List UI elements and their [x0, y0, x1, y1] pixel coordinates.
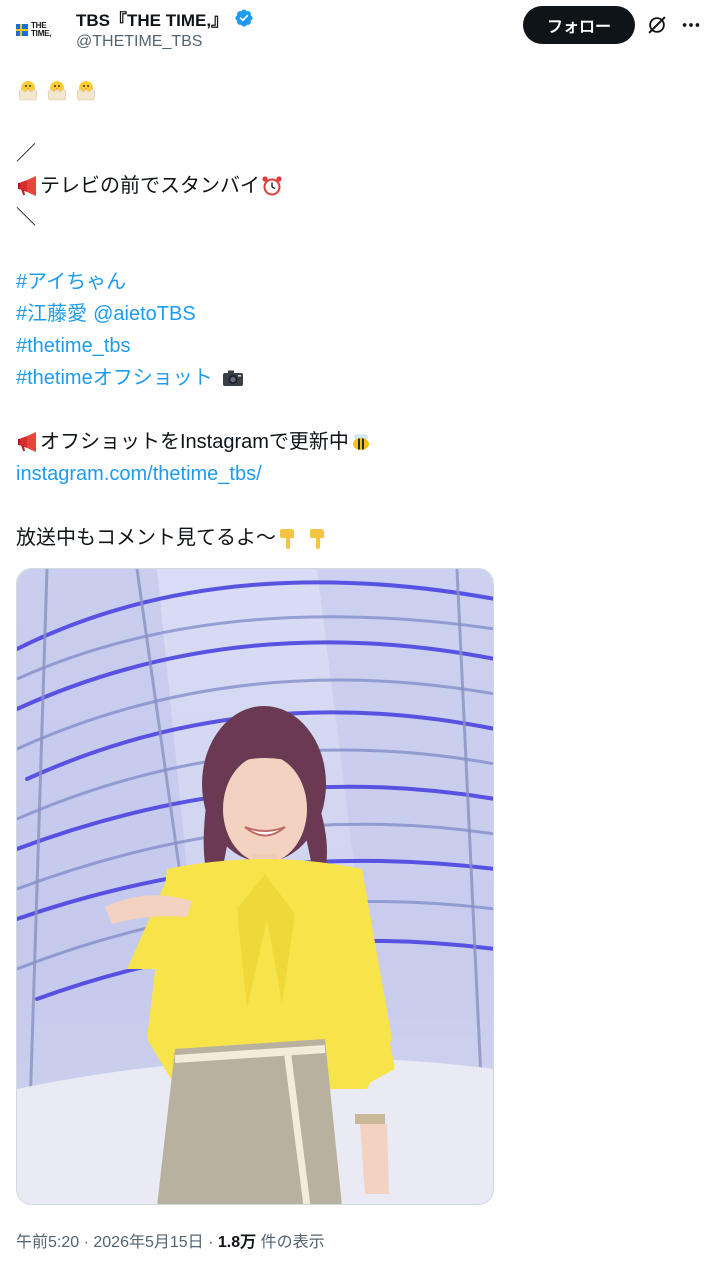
megaphone-icon	[18, 176, 36, 196]
grok-icon[interactable]	[646, 14, 668, 36]
hashtag-eto-row: #江藤愛 @aietoTBS	[16, 298, 692, 330]
follow-button[interactable]: フォロー	[523, 6, 635, 44]
instagram-line: オフショットをInstagramで更新中	[16, 426, 692, 458]
hatching-chick-icon	[47, 81, 67, 101]
logo-flag-icon	[16, 24, 28, 36]
slash-close-line: ＼	[16, 207, 36, 229]
view-count: 1.8万	[217, 1234, 257, 1251]
author-handle[interactable]: @THETIME_TBS	[76, 33, 254, 51]
hashtag-thetime-link[interactable]: #thetime_tbs	[16, 330, 131, 362]
megaphone-icon	[18, 432, 36, 452]
comment-text: 放送中もコメント見てるよ～	[16, 527, 276, 549]
tweet-time[interactable]: 午前5:20	[16, 1234, 79, 1251]
comment-line: 放送中もコメント見てるよ～	[16, 522, 692, 554]
hashtag-ai-link[interactable]: #アイちゃん	[16, 266, 126, 298]
instagram-link[interactable]: instagram.com/thetime_tbs/	[16, 458, 262, 490]
instagram-text: オフショットをInstagramで更新中	[40, 431, 349, 453]
author-name-row[interactable]: TBS『THE TIME,』	[76, 6, 254, 30]
view-label: 件の表示	[256, 1234, 325, 1251]
footer-separator: ·	[79, 1234, 94, 1251]
avatar-logo: THE TIME,	[31, 22, 52, 38]
avatar-logo-line2: TIME,	[31, 29, 52, 38]
hashtag-eto-link[interactable]: #江藤愛	[16, 298, 87, 330]
photo-illustration	[17, 569, 493, 1204]
instagram-link-row: instagram.com/thetime_tbs/	[16, 458, 692, 490]
hashtag-offshot-row: #thetimeオフショット	[16, 362, 692, 394]
tweet-header: THE TIME, TBS『THE TIME,』 @THETIME_TBS フォ…	[16, 6, 700, 56]
chick-emoji-row	[16, 74, 692, 106]
hashtag-ai-row: #アイちゃん	[16, 266, 692, 298]
more-icon[interactable]	[680, 14, 702, 36]
tweet-photo[interactable]	[16, 568, 494, 1205]
avatar[interactable]: THE TIME,	[16, 10, 66, 50]
author-block: TBS『THE TIME,』 @THETIME_TBS	[76, 6, 254, 51]
pointing-down-icon	[310, 529, 324, 549]
tweet-text: ／ テレビの前でスタンバイ ＼ #アイちゃん #江藤愛 @aietoTBS #t…	[16, 74, 692, 554]
verified-badge-icon	[235, 9, 253, 27]
standby-line: テレビの前でスタンバイ	[16, 170, 692, 202]
tweet-date[interactable]: 2026年5月15日	[93, 1234, 203, 1251]
hashtag-offshot-link[interactable]: #thetimeオフショット	[16, 362, 213, 394]
tweet: THE TIME, TBS『THE TIME,』 @THETIME_TBS フォ…	[0, 0, 708, 1261]
hatching-chick-icon	[76, 81, 96, 101]
slash-open-line: ／	[16, 143, 36, 165]
hatching-chick-icon	[18, 81, 38, 101]
camera-icon	[222, 370, 243, 386]
footer-separator: ·	[203, 1234, 218, 1251]
bee-icon	[352, 434, 369, 450]
author-name[interactable]: TBS『THE TIME,』	[76, 6, 228, 31]
hashtag-thetime-row: #thetime_tbs	[16, 330, 692, 362]
mention-link[interactable]: @aietoTBS	[93, 298, 196, 330]
tweet-footer: 午前5:20 · 2026年5月15日 · 1.8万 件の表示	[16, 1228, 325, 1252]
standby-text: テレビの前でスタンバイ	[40, 175, 260, 197]
alarm-clock-icon	[262, 176, 282, 196]
pointing-down-icon	[280, 529, 294, 549]
